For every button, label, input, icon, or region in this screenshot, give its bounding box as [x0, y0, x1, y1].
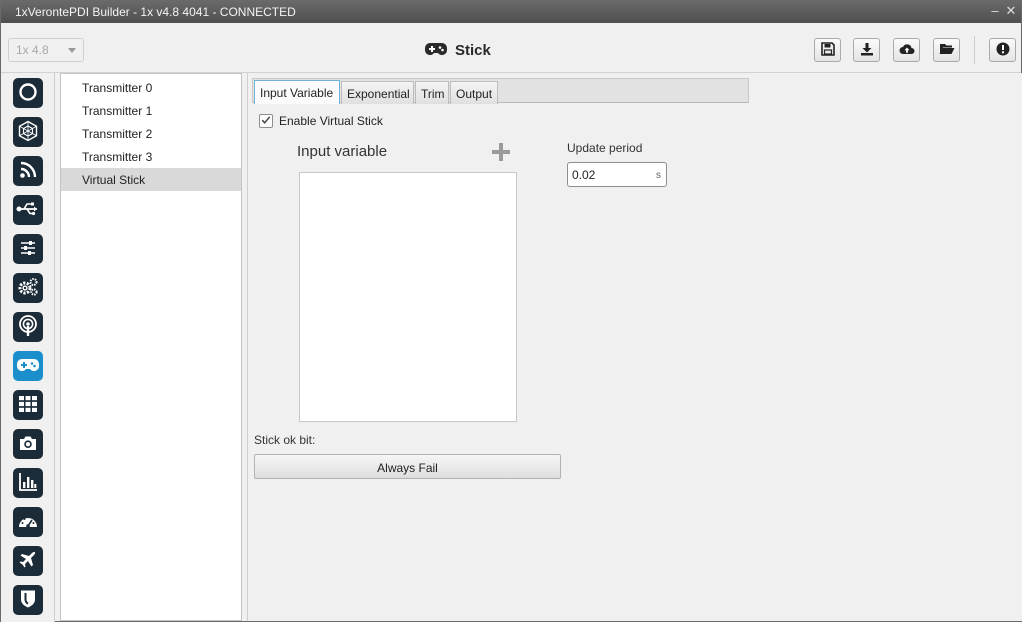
input-variable-label: Input variable: [297, 143, 388, 160]
tab-bar: Input Variable Exponential Trim Output: [252, 78, 749, 104]
shield-icon: [20, 589, 36, 612]
tab-exponential[interactable]: Exponential: [341, 81, 414, 104]
page-heading: Stick: [425, 39, 491, 61]
sliders-icon: [19, 239, 37, 260]
toolbar-separator: [974, 36, 975, 64]
list-item[interactable]: Transmitter 3: [61, 145, 241, 168]
sidebar-item-camera[interactable]: [13, 429, 43, 459]
hexagon-icon: [17, 120, 39, 145]
enable-virtual-stick-checkbox[interactable]: [259, 114, 273, 128]
channel-list: Transmitter 0 Transmitter 1 Transmitter …: [60, 73, 242, 621]
checkmark-icon: [261, 114, 271, 128]
list-item[interactable]: Transmitter 0: [61, 76, 241, 99]
download-icon: [860, 42, 874, 59]
rss-feed-icon: [19, 161, 37, 182]
tab-label: Input Variable: [260, 86, 334, 100]
application-window: 1xVerontePDI Builder - 1x v4.8 4041 - CO…: [0, 0, 1022, 622]
title-bar: 1xVerontePDI Builder - 1x v4.8 4041 - CO…: [1, 1, 1021, 23]
list-item-label: Virtual Stick: [82, 173, 146, 187]
list-item-label: Transmitter 2: [82, 127, 153, 141]
tab-trim[interactable]: Trim: [415, 81, 449, 104]
sidebar-item-shield[interactable]: [13, 585, 43, 615]
plus-icon: [490, 143, 512, 166]
input-variable-list[interactable]: [299, 172, 517, 422]
airplane-icon: [18, 550, 38, 573]
page-title: Stick: [455, 41, 491, 59]
dashboard-icon: [17, 512, 39, 533]
sidebar-item-chart[interactable]: [13, 468, 43, 498]
gamepad-icon: [17, 358, 39, 375]
sidebar-item-usb[interactable]: [13, 195, 43, 225]
gamepad-icon: [425, 42, 447, 59]
enable-virtual-stick-label: Enable Virtual Stick: [279, 114, 383, 128]
bar-chart-icon: [18, 472, 38, 495]
download-button[interactable]: [853, 38, 880, 62]
sidebar-item-sliders[interactable]: [13, 234, 43, 264]
tab-label: Exponential: [347, 87, 410, 101]
update-period-input[interactable]: 0.02 s: [567, 162, 667, 187]
open-folder-button[interactable]: [933, 38, 960, 62]
list-item-label: Transmitter 3: [82, 150, 153, 164]
tab-input-variable[interactable]: Input Variable: [254, 80, 340, 104]
camera-icon: [18, 434, 38, 455]
toolbar: 1x 4.8 Stick: [1, 23, 1021, 73]
cloud-upload-icon: [899, 42, 915, 59]
module-sidebar: [1, 73, 55, 622]
stick-ok-bit-button-label: Always Fail: [377, 461, 438, 475]
list-item-selected[interactable]: Virtual Stick: [61, 168, 241, 191]
sidebar-item-flight[interactable]: [13, 546, 43, 576]
sidebar-item-dashboard[interactable]: [13, 507, 43, 537]
tab-output[interactable]: Output: [450, 81, 498, 104]
stick-ok-bit-button[interactable]: Always Fail: [254, 454, 561, 479]
update-period-value: 0.02: [572, 168, 596, 182]
save-button[interactable]: [814, 38, 841, 62]
update-period-label: Update period: [567, 141, 643, 155]
add-input-variable-button[interactable]: [490, 141, 512, 163]
folder-open-icon: [939, 42, 955, 58]
save-icon: [820, 41, 835, 59]
circle-power-icon: [18, 82, 38, 105]
sidebar-item-hexagon[interactable]: [13, 117, 43, 147]
window-title: 1xVerontePDI Builder - 1x v4.8 4041 - CO…: [15, 5, 296, 19]
minimize-button[interactable]: –: [987, 3, 1003, 19]
sidebar-item-stick[interactable]: [13, 351, 43, 381]
list-item-label: Transmitter 0: [82, 81, 153, 95]
sidebar-item-power[interactable]: [13, 78, 43, 108]
list-item-label: Transmitter 1: [82, 104, 153, 118]
cloud-upload-button[interactable]: [893, 38, 920, 62]
broadcast-icon: [18, 314, 38, 340]
sidebar-item-broadcast[interactable]: [13, 312, 43, 342]
close-button[interactable]: ✕: [1003, 3, 1019, 19]
sidebar-item-grid[interactable]: [13, 390, 43, 420]
alert-button[interactable]: [989, 38, 1016, 62]
stick-ok-bit-label: Stick ok bit:: [254, 433, 316, 447]
main-panel: Input Variable Exponential Trim Output E…: [247, 73, 1022, 621]
alert-icon: [996, 42, 1010, 59]
gears-icon: [17, 277, 39, 300]
usb-icon: [16, 201, 40, 220]
chevron-down-icon: [68, 48, 76, 53]
tab-label: Output: [456, 87, 493, 101]
grid-icon: [18, 395, 38, 416]
tab-label: Trim: [421, 87, 445, 101]
sidebar-item-feed[interactable]: [13, 156, 43, 186]
list-item[interactable]: Transmitter 1: [61, 99, 241, 122]
list-item[interactable]: Transmitter 2: [61, 122, 241, 145]
version-select[interactable]: 1x 4.8: [8, 38, 84, 62]
update-period-unit: s: [656, 170, 661, 181]
sidebar-item-gears[interactable]: [13, 273, 43, 303]
enable-virtual-stick-row[interactable]: Enable Virtual Stick: [259, 114, 383, 128]
version-select-value: 1x 4.8: [16, 43, 49, 57]
